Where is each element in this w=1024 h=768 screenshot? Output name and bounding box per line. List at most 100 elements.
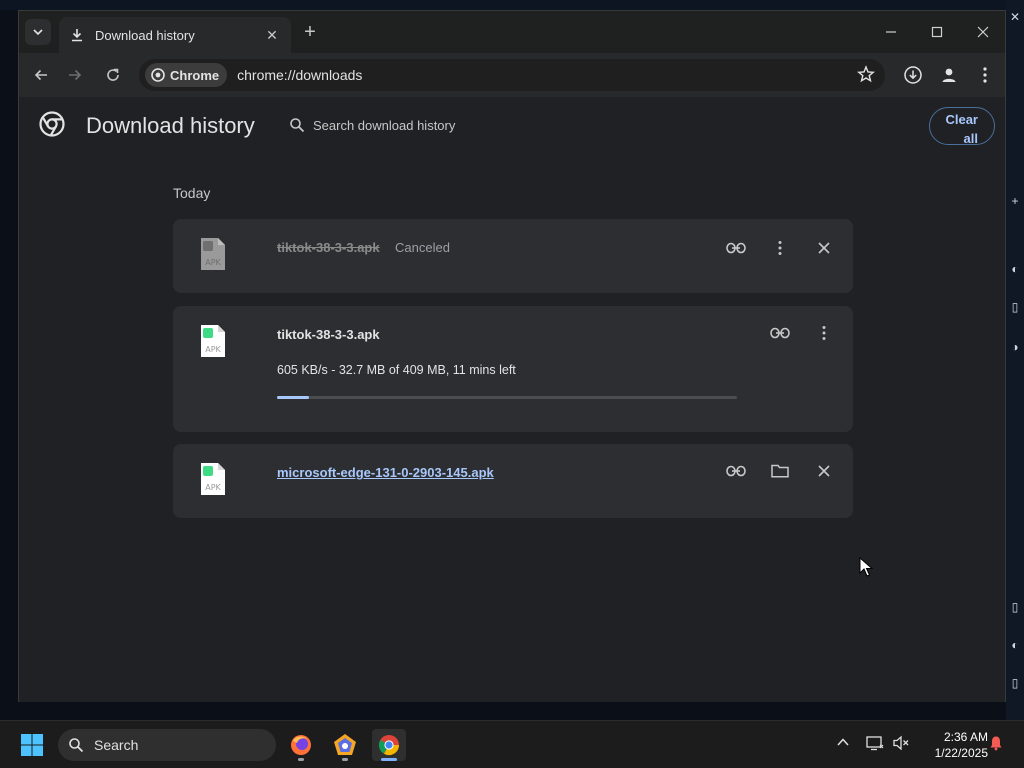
url-text: chrome://downloads	[237, 67, 363, 83]
minimize-icon	[886, 31, 896, 33]
taskbar-search-label: Search	[94, 737, 139, 753]
active-app-indicator	[381, 758, 397, 761]
app-icon	[334, 734, 356, 755]
volume-muted-icon	[893, 735, 909, 751]
network-status-button[interactable]	[866, 735, 884, 751]
apk-icon-label: APK	[205, 345, 221, 354]
close-window-button[interactable]	[965, 19, 1001, 45]
clear-all-button[interactable]: Clear all	[929, 107, 995, 146]
apk-icon-label: APK	[205, 258, 221, 267]
chrome-logo-icon	[151, 68, 165, 82]
download-filename: tiktok-38-3-3.apk	[277, 240, 380, 255]
taskbar-search-box[interactable]: Search	[58, 729, 276, 761]
copy-link-button[interactable]	[724, 236, 748, 260]
profile-button[interactable]	[935, 61, 963, 89]
new-tab-button[interactable]: +	[299, 21, 321, 43]
running-indicator	[342, 758, 348, 761]
minimize-button[interactable]	[873, 19, 909, 45]
remove-item-button[interactable]	[812, 236, 836, 260]
firefox-icon	[291, 735, 311, 755]
chevron-up-icon	[837, 738, 849, 746]
download-circle-icon	[904, 66, 922, 84]
clock-date: 1/22/2025	[934, 746, 988, 760]
start-button[interactable]	[20, 733, 44, 762]
link-icon	[770, 327, 790, 339]
desktop-icon-fragment: ✕	[1009, 10, 1021, 24]
download-status: Canceled	[395, 240, 450, 255]
site-info-chip[interactable]: Chrome	[145, 63, 228, 87]
link-icon	[726, 242, 746, 254]
search-icon	[290, 118, 305, 133]
arrow-right-icon	[69, 69, 82, 81]
close-icon	[977, 26, 989, 38]
show-hidden-icons-button[interactable]	[836, 735, 850, 749]
search-icon	[69, 738, 84, 753]
person-icon	[942, 68, 956, 82]
more-actions-button[interactable]	[812, 321, 836, 345]
more-vertical-icon	[822, 326, 826, 340]
download-progress-fill	[277, 396, 310, 399]
desktop-icon-fragment: +	[1011, 194, 1019, 208]
browser-menu-button[interactable]	[971, 61, 999, 89]
page-title: Download history	[86, 113, 255, 138]
close-icon	[818, 465, 830, 477]
chevron-down-icon	[33, 29, 43, 36]
chip-label: Chrome	[170, 67, 220, 83]
link-icon	[726, 465, 746, 477]
volume-button[interactable]	[892, 735, 910, 751]
taskbar-app-chrome[interactable]	[372, 729, 406, 761]
running-indicator	[298, 758, 304, 761]
close-icon	[818, 242, 830, 254]
taskbar: Search 2:36 AM 1/22/2025	[0, 720, 1024, 768]
apk-file-icon: APK	[201, 325, 225, 357]
taskbar-clock[interactable]: 2:36 AM 1/22/2025	[918, 729, 988, 761]
apk-file-icon: APK	[201, 463, 225, 495]
download-progress-bar	[277, 396, 737, 399]
download-filename-link[interactable]: microsoft-edge-131-0-2903-145.apk	[277, 465, 494, 480]
bookmark-star-icon[interactable]	[856, 65, 876, 88]
forward-button[interactable]	[61, 61, 89, 89]
downloads-button[interactable]	[899, 61, 927, 89]
notifications-button[interactable]	[988, 735, 1004, 751]
tab-strip: Download history ✕ +	[19, 11, 1005, 53]
bell-icon	[990, 736, 1002, 751]
download-icon	[69, 27, 85, 43]
search-downloads-field[interactable]: Search download history	[289, 117, 455, 133]
more-vertical-icon	[778, 241, 782, 255]
copy-link-button[interactable]	[724, 459, 748, 483]
desktop-icon-fragment: ▯	[1011, 300, 1019, 314]
download-item-in-progress: APK tiktok-38-3-3.apk 605 KB/s - 32.7 MB…	[173, 306, 853, 432]
reload-icon	[107, 68, 119, 81]
tab-download-history[interactable]: Download history ✕	[59, 17, 291, 53]
maximize-button[interactable]	[919, 19, 955, 45]
windows-logo-icon	[21, 734, 43, 756]
desktop-icon-fragment: ◐	[1011, 262, 1019, 276]
desktop-icon-fragment: ◐	[1011, 638, 1019, 652]
desktop-icon-fragment: ▯	[1011, 676, 1019, 690]
remove-item-button[interactable]	[812, 459, 836, 483]
desktop-icon-fragment: ▯	[1011, 600, 1019, 614]
back-button[interactable]	[27, 61, 55, 89]
tab-search-button[interactable]	[25, 19, 51, 45]
chrome-icon	[378, 735, 400, 756]
tab-title: Download history	[95, 27, 195, 43]
maximize-icon	[931, 26, 943, 38]
taskbar-app-pinned[interactable]	[328, 729, 362, 761]
apk-file-icon: APK	[201, 238, 225, 270]
more-vertical-icon	[983, 67, 987, 83]
copy-link-button[interactable]	[768, 321, 792, 345]
browser-toolbar: Chrome chrome://downloads	[19, 53, 1005, 97]
show-in-folder-button[interactable]	[768, 459, 792, 483]
date-section-label: Today	[173, 185, 211, 201]
desktop-background-top	[0, 0, 1024, 10]
download-item-canceled: APK tiktok-38-3-3.apk Canceled	[173, 219, 853, 293]
clock-time: 2:36 AM	[943, 730, 988, 744]
taskbar-app-firefox[interactable]	[284, 729, 318, 761]
reload-button[interactable]	[99, 61, 127, 89]
chrome-logo-icon	[39, 111, 65, 137]
folder-icon	[771, 464, 789, 478]
tab-close-icon[interactable]: ✕	[263, 27, 281, 44]
more-actions-button[interactable]	[768, 236, 792, 260]
address-bar[interactable]: Chrome chrome://downloads	[139, 59, 885, 91]
download-filename: tiktok-38-3-3.apk	[277, 327, 380, 342]
